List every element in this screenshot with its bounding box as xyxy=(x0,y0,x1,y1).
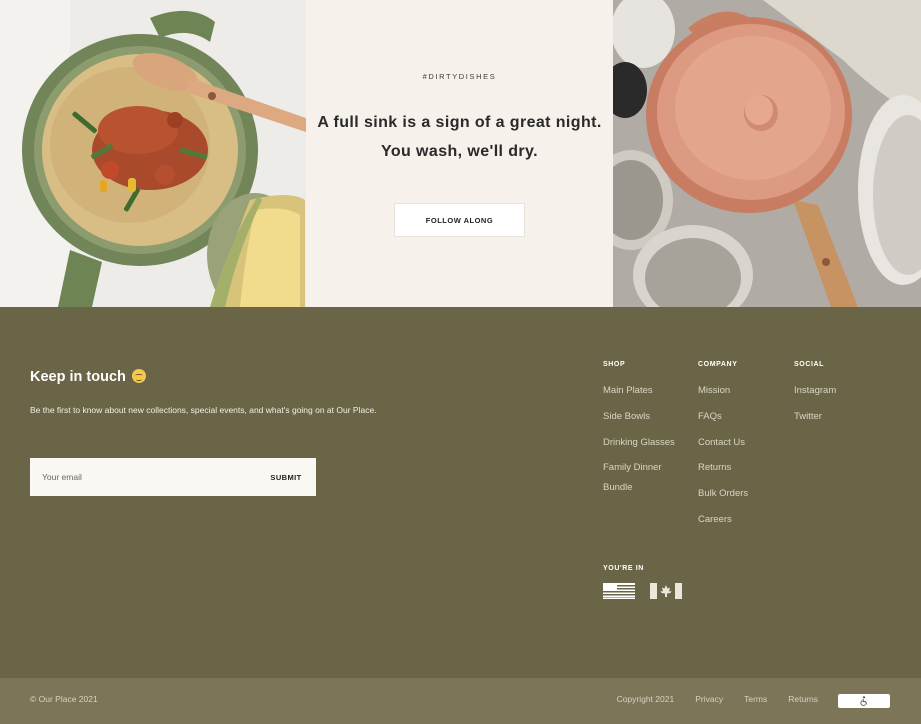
accessibility-icon xyxy=(860,696,868,706)
canada-flag-graphic xyxy=(650,583,682,599)
privacy-link[interactable]: Privacy xyxy=(695,694,723,704)
footer-heading-shop: SHOP xyxy=(603,361,626,368)
us-flag-icon[interactable] xyxy=(603,583,635,599)
footer-link-returns[interactable]: Returns xyxy=(698,458,788,478)
footer-link-faqs[interactable]: FAQs xyxy=(698,407,788,427)
newsletter-title-text: Keep in touch xyxy=(30,369,126,385)
headline-line-2: You wash, we'll dry. xyxy=(380,143,539,160)
us-flag-graphic xyxy=(603,583,635,599)
footer-link-side-bowls[interactable]: Side Bowls xyxy=(603,407,688,427)
newsletter-subtitle: Be the first to know about new collectio… xyxy=(30,405,377,415)
accessibility-button[interactable] xyxy=(838,694,890,708)
footer-link-contact-us[interactable]: Contact Us xyxy=(698,433,788,453)
site-footer: Keep in touch Be the first to know about… xyxy=(0,307,921,678)
bottom-links: Copyright 2021 Privacy Terms Returns xyxy=(617,694,818,704)
bottom-bar: © Our Place 2021 Copyright 2021 Privacy … xyxy=(0,678,921,724)
footer-link-drinking-glasses[interactable]: Drinking Glasses xyxy=(603,433,688,453)
footer-heading-company: COMPANY xyxy=(698,361,738,368)
pot-photo xyxy=(613,0,921,307)
dirtydishes-banner: #DIRTYDISHES A full sink is a sign of a … xyxy=(0,0,921,307)
hashtag-label: #DIRTYDISHES xyxy=(422,72,497,81)
footer-heading-social: SOCIAL xyxy=(794,361,825,368)
terms-link[interactable]: Terms xyxy=(744,694,767,704)
copyright-left: © Our Place 2021 xyxy=(30,694,98,704)
returns-link[interactable]: Returns xyxy=(788,694,818,704)
copyright-right: Copyright 2021 xyxy=(616,694,675,704)
footer-link-mission[interactable]: Mission xyxy=(698,381,788,401)
skillet-illustration xyxy=(0,0,306,307)
canada-flag-icon[interactable] xyxy=(650,583,682,599)
footer-link-bulk-orders[interactable]: Bulk Orders xyxy=(698,484,788,504)
pot-illustration xyxy=(613,0,921,307)
footer-link-main-plates[interactable]: Main Plates xyxy=(603,381,688,401)
footer-col-shop: SHOP Main Plates Side Bowls Drinking Gla… xyxy=(603,361,688,504)
email-input[interactable] xyxy=(30,458,256,496)
newsletter-form: SUBMIT xyxy=(30,458,316,496)
submit-button[interactable]: SUBMIT xyxy=(256,458,316,496)
footer-link-careers[interactable]: Careers xyxy=(698,510,788,530)
footer-col-company: COMPANY Mission FAQs Contact Us Returns … xyxy=(698,361,788,536)
relieved-face-icon xyxy=(131,369,146,383)
banner-headline: A full sink is a sign of a great night. … xyxy=(306,108,613,166)
banner-text-panel: #DIRTYDISHES A full sink is a sign of a … xyxy=(306,0,613,307)
footer-link-family-dinner-bundle[interactable]: Family Dinner Bundle xyxy=(603,458,688,497)
footer-link-instagram[interactable]: Instagram xyxy=(794,381,884,401)
skillet-photo xyxy=(0,0,306,307)
follow-along-button[interactable]: FOLLOW ALONG xyxy=(394,203,525,237)
newsletter-title: Keep in touch xyxy=(30,369,146,385)
footer-link-twitter[interactable]: Twitter xyxy=(794,407,884,427)
headline-line-1: A full sink is a sign of a great night. xyxy=(317,114,602,131)
footer-col-social: SOCIAL Instagram Twitter xyxy=(794,361,884,433)
region-heading: YOU'RE IN xyxy=(603,565,644,572)
